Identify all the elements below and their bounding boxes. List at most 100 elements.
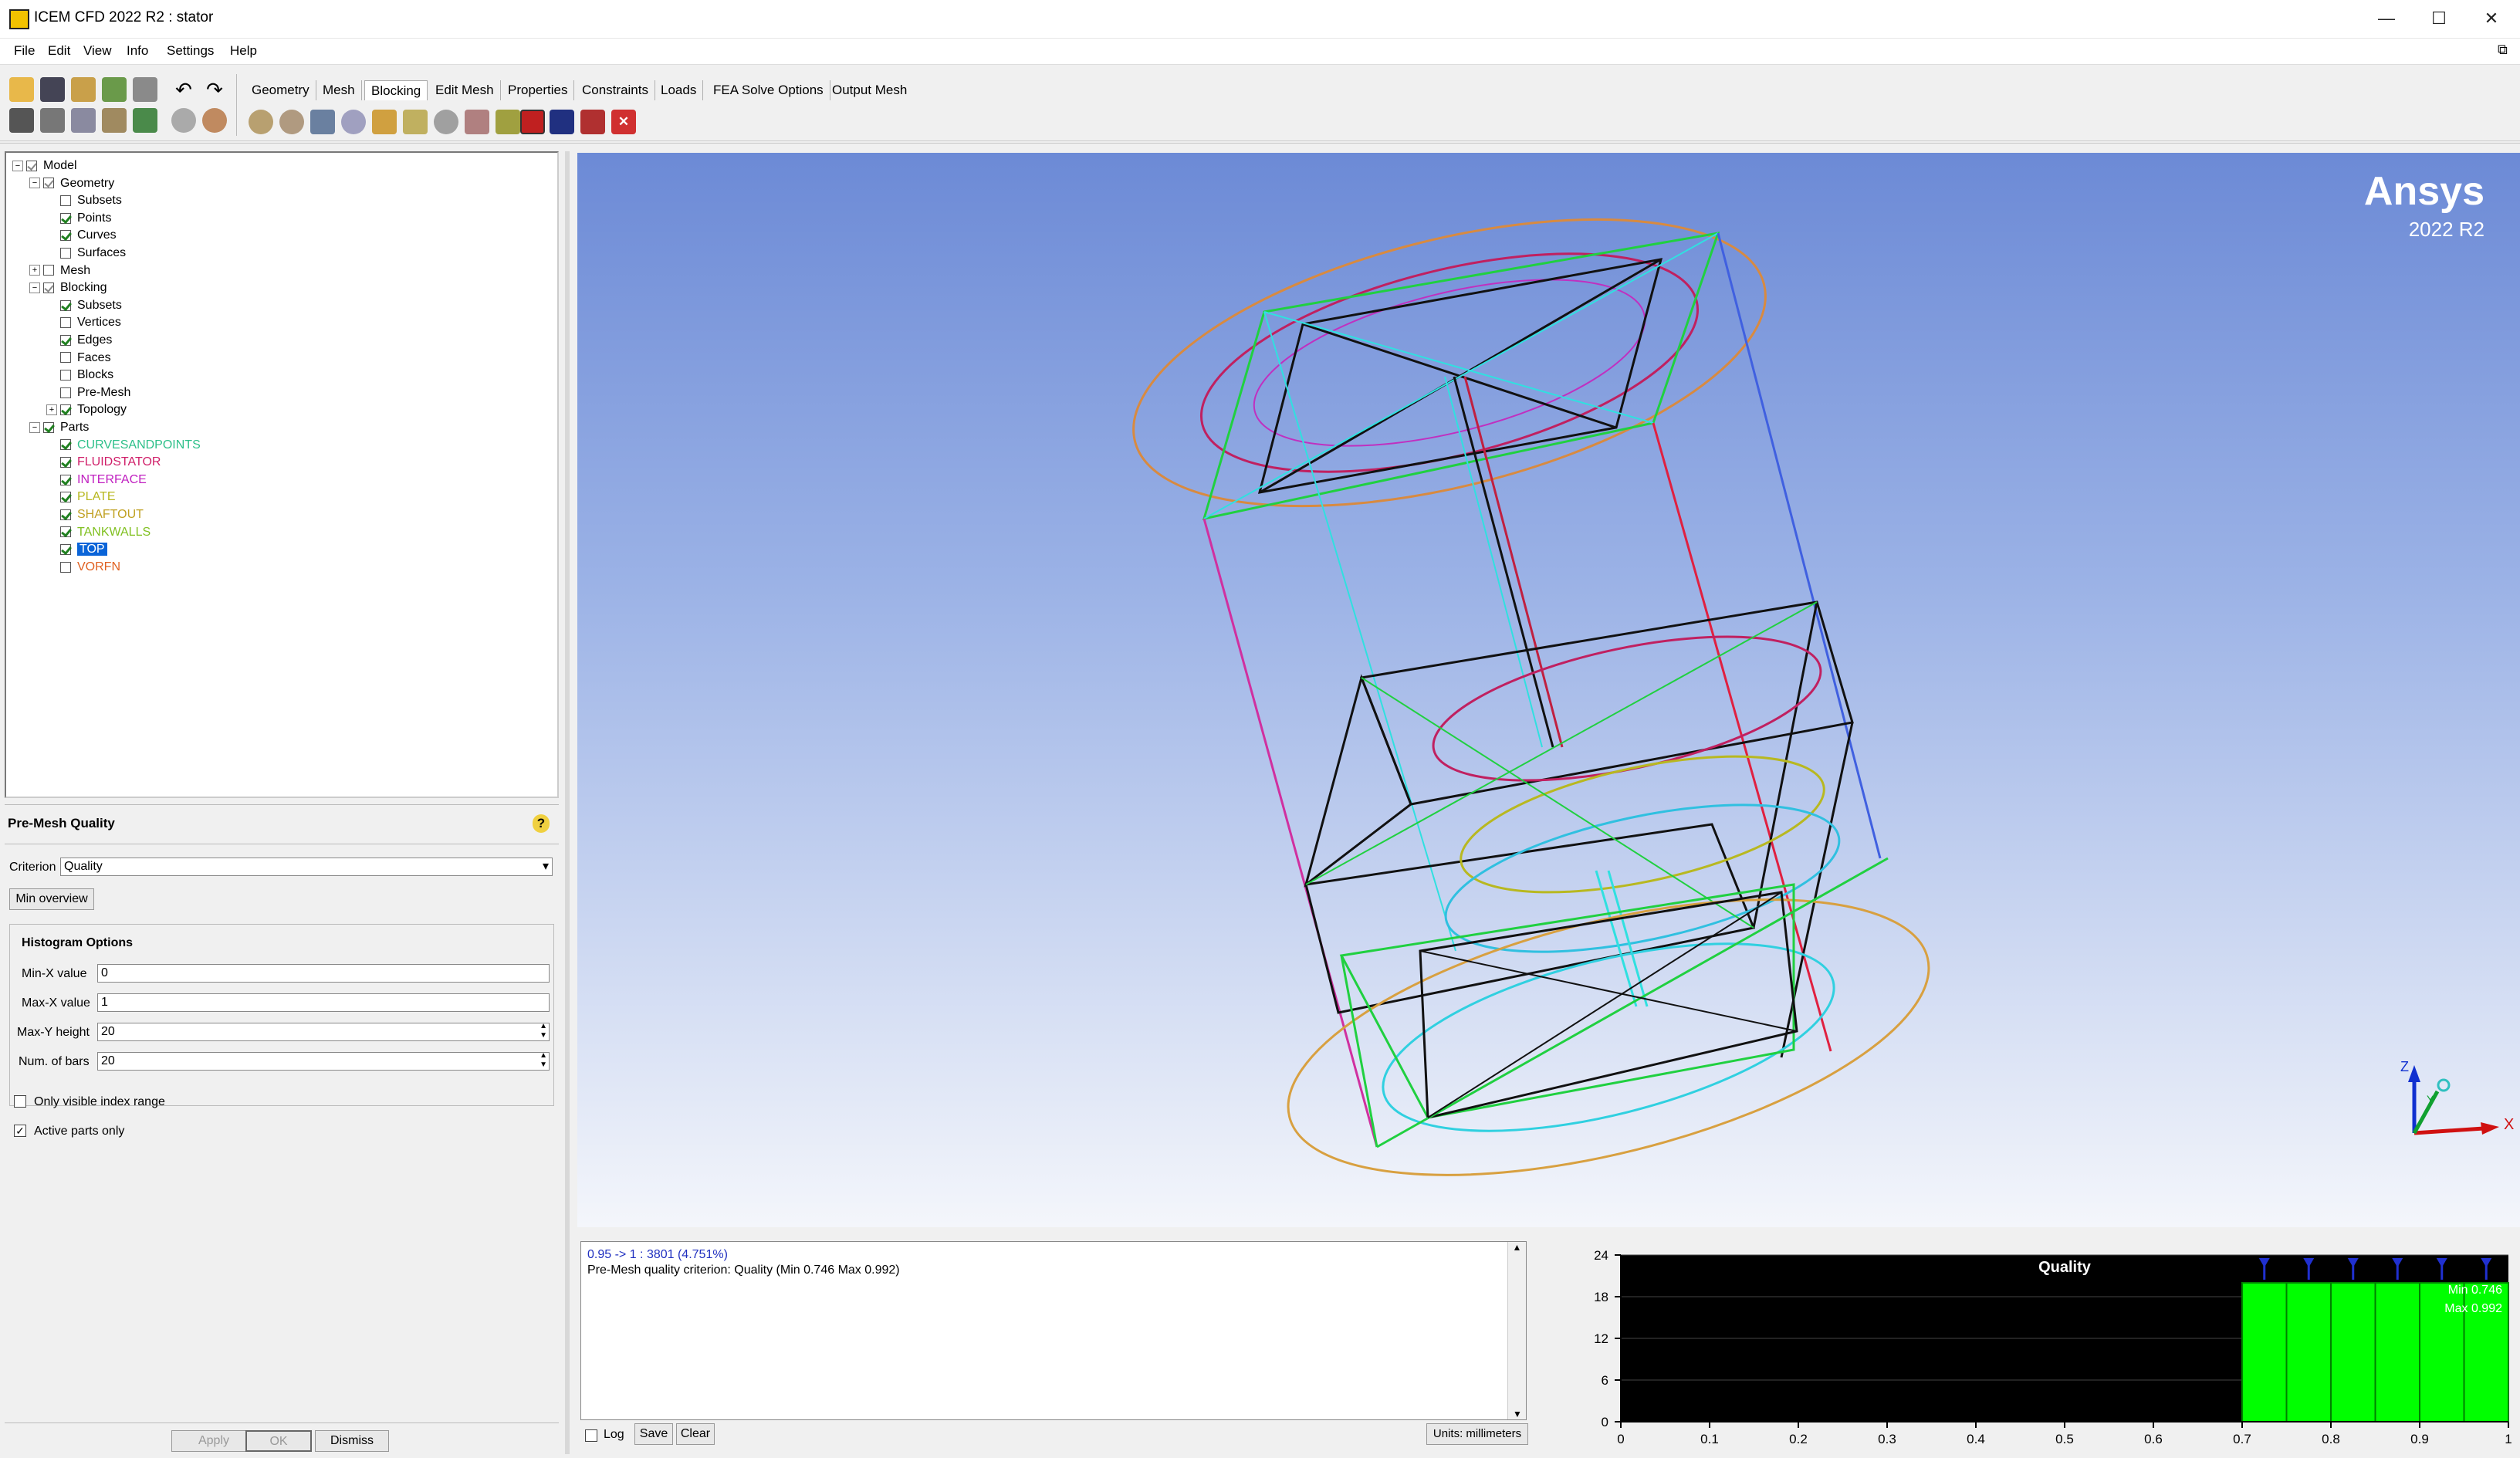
tree-checkbox[interactable]	[60, 212, 71, 224]
dismiss-button[interactable]: Dismiss	[315, 1430, 389, 1452]
clear-log-button[interactable]: Clear	[676, 1423, 715, 1445]
tree-item[interactable]: INTERFACE	[46, 472, 147, 489]
tree-item[interactable]: + Mesh	[29, 262, 90, 279]
measure-icon[interactable]	[71, 108, 96, 133]
menu-settings[interactable]: Settings	[167, 43, 214, 59]
tree-item[interactable]: Pre-Mesh	[46, 384, 130, 401]
log-scrollbar[interactable]: ▲ ▼	[1507, 1242, 1526, 1419]
maximize-button[interactable]: ☐	[2416, 5, 2462, 32]
tree-item[interactable]: Subsets	[46, 192, 122, 209]
tree-checkbox[interactable]	[60, 456, 71, 468]
tree-item[interactable]: Vertices	[46, 314, 121, 331]
tree-checkbox[interactable]	[60, 543, 71, 555]
edit-block-icon[interactable]	[341, 110, 366, 134]
maxx-input[interactable]: 1	[97, 993, 550, 1012]
expand-icon[interactable]: +	[46, 404, 57, 416]
tab-output-mesh[interactable]: Output Mesh	[826, 80, 913, 100]
minimize-button[interactable]: —	[2363, 5, 2410, 32]
tree-item[interactable]: − Model	[12, 157, 77, 174]
quality-histogram[interactable]: 0 6 12 18 24 0 0.1 0.2 0.3 0.4 0.5 0.6 0.7 0.8 0.9 1 Qua…	[1544, 1240, 2520, 1454]
tree-item[interactable]: FLUIDSTATOR	[46, 454, 161, 471]
tree-item[interactable]: Faces	[46, 350, 111, 367]
close-button[interactable]: ✕	[2468, 5, 2515, 32]
redo-icon[interactable]: ↷	[202, 77, 227, 102]
solid-icon[interactable]	[202, 108, 227, 133]
only-visible-checkbox[interactable]	[14, 1095, 26, 1108]
open-icon[interactable]	[9, 77, 34, 102]
expand-icon[interactable]: +	[29, 265, 40, 276]
active-parts-checkbox[interactable]: ✓	[14, 1125, 26, 1137]
tab-edit-mesh[interactable]: Edit Mesh	[429, 80, 501, 100]
menu-edit[interactable]: Edit	[48, 43, 70, 59]
delete-block-icon[interactable]	[580, 110, 605, 134]
tab-mesh[interactable]: Mesh	[316, 80, 362, 100]
scroll-down-icon[interactable]: ▼	[1508, 1409, 1527, 1419]
scroll-up-icon[interactable]: ▲	[1508, 1242, 1526, 1253]
tree-checkbox[interactable]	[60, 352, 71, 364]
tab-properties[interactable]: Properties	[502, 80, 575, 100]
tree-item[interactable]: TOP	[46, 541, 107, 558]
wireframe-icon[interactable]	[171, 108, 196, 133]
tree-item[interactable]: Curves	[46, 227, 117, 244]
fit-window-icon[interactable]	[9, 108, 34, 133]
tree-checkbox[interactable]	[60, 492, 71, 503]
tree-item[interactable]: Edges	[46, 332, 112, 349]
spin-icon[interactable]: ▲ ▼	[540, 1022, 547, 1040]
menu-info[interactable]: Info	[127, 43, 148, 59]
transform-blocks-icon[interactable]	[434, 110, 458, 134]
display-tree-icon[interactable]	[133, 108, 157, 133]
tree-item[interactable]: − Parts	[29, 419, 89, 436]
tree-checkbox[interactable]	[43, 178, 54, 189]
merge-vertices-icon[interactable]	[310, 110, 335, 134]
graphics-viewport[interactable]: Ansys 2022 R2 Z Y X	[577, 153, 2520, 1227]
open-geometry-icon[interactable]	[71, 77, 96, 102]
tree-item[interactable]: − Blocking	[29, 279, 107, 296]
tree-checkbox[interactable]	[60, 439, 71, 451]
check-blocks-icon[interactable]	[550, 110, 574, 134]
tree-checkbox[interactable]	[60, 526, 71, 538]
tree-checkbox[interactable]	[60, 195, 71, 206]
tree-item[interactable]: Subsets	[46, 297, 122, 314]
tab-constraints[interactable]: Constraints	[576, 80, 655, 100]
collapse-icon[interactable]: −	[29, 178, 40, 189]
tree-checkbox[interactable]	[60, 387, 71, 398]
restore-panel-icon[interactable]: ⧉	[2498, 42, 2508, 58]
ok-button[interactable]: OK	[245, 1430, 312, 1452]
undo-icon[interactable]: ↶	[171, 77, 196, 102]
tree-item[interactable]: + Topology	[46, 401, 127, 418]
tree-checkbox[interactable]	[60, 509, 71, 520]
apply-button[interactable]: Apply	[171, 1430, 256, 1452]
units-button[interactable]: Units: millimeters	[1426, 1423, 1528, 1445]
associate-icon[interactable]	[372, 110, 397, 134]
tree-checkbox[interactable]	[60, 317, 71, 329]
tree-item[interactable]: − Geometry	[29, 175, 114, 192]
tree-checkbox[interactable]	[43, 282, 54, 293]
tab-fea-solve-options[interactable]: FEA Solve Options	[707, 80, 830, 100]
tree-checkbox[interactable]	[60, 369, 71, 381]
tree-checkbox[interactable]	[60, 247, 71, 259]
splitter[interactable]	[565, 151, 570, 1454]
message-log[interactable]: 0.95 -> 1 : 3801 (4.751%) Pre-Mesh quali…	[580, 1241, 1527, 1420]
menu-file[interactable]: File	[14, 43, 35, 59]
tree-item[interactable]: VORFN	[46, 559, 120, 576]
delete-icon[interactable]: ✕	[611, 110, 636, 134]
tree-item[interactable]: CURVESANDPOINTS	[46, 437, 201, 454]
save-log-button[interactable]: Save	[634, 1423, 673, 1445]
tree-checkbox[interactable]	[43, 265, 54, 276]
bars-stepper[interactable]: 20 ▲ ▼	[97, 1051, 550, 1071]
split-block-icon[interactable]	[279, 110, 304, 134]
help-icon[interactable]: ?	[533, 814, 550, 833]
tree-checkbox[interactable]	[60, 334, 71, 346]
tree-item[interactable]: TANKWALLS	[46, 524, 151, 541]
tree-item[interactable]: SHAFTOUT	[46, 506, 144, 523]
tree-checkbox[interactable]	[43, 421, 54, 433]
criterion-select[interactable]: Quality ▾	[60, 858, 553, 876]
collapse-icon[interactable]: −	[12, 160, 23, 171]
tree-checkbox[interactable]	[60, 474, 71, 485]
maxy-stepper[interactable]: 20 ▲ ▼	[97, 1022, 550, 1041]
tree-checkbox[interactable]	[26, 160, 37, 171]
min-overview-button[interactable]: Min overview	[9, 888, 94, 910]
menu-help[interactable]: Help	[230, 43, 257, 59]
distance-icon[interactable]	[102, 108, 127, 133]
zoom-icon[interactable]	[40, 108, 65, 133]
